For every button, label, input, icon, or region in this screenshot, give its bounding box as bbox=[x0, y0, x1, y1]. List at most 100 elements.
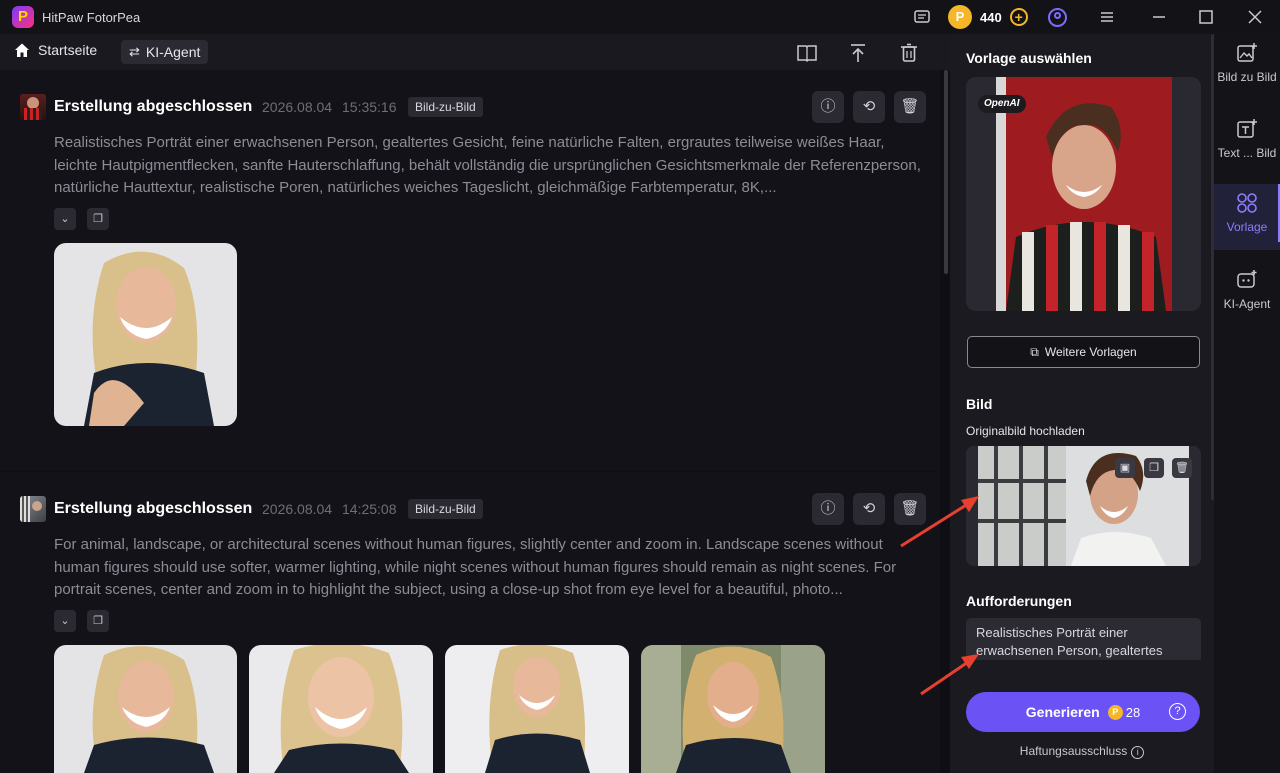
sidebar-item-template[interactable]: Vorlage bbox=[1214, 184, 1280, 250]
add-credits-icon[interactable]: + bbox=[1009, 8, 1028, 26]
uploaded-image[interactable]: ▣ ❐ 🗑 bbox=[966, 446, 1201, 566]
card-time: 14:25:08 bbox=[342, 501, 397, 517]
prompt-input[interactable]: Realistisches Porträt einer erwachsenen … bbox=[966, 618, 1201, 660]
feedback-icon[interactable] bbox=[913, 8, 931, 26]
info-icon: ⓘ bbox=[820, 98, 836, 115]
title-bar: P HitPaw FotorPea P 440 + bbox=[0, 0, 1280, 34]
uploaded-photo bbox=[966, 446, 1201, 566]
generate-button[interactable]: Generieren P 28 ? bbox=[966, 692, 1200, 732]
card-template-thumbnail bbox=[20, 94, 46, 120]
card-date: 2026.08.04 bbox=[262, 99, 333, 115]
more-templates-label: Weitere Vorlagen bbox=[1044, 345, 1137, 359]
copy-icon: ❐ bbox=[93, 213, 103, 225]
nav-home-label: Startseite bbox=[38, 42, 98, 58]
history-card: Erstellung abgeschlossen 2026.08.04 14:2… bbox=[0, 472, 940, 773]
replace-image-button[interactable]: ▣ bbox=[1115, 458, 1135, 478]
result-image[interactable] bbox=[54, 645, 237, 773]
copy-prompt-button[interactable]: ❐ bbox=[87, 208, 109, 230]
info-icon: ⓘ bbox=[820, 500, 836, 517]
expand-prompt-button[interactable]: ⌄ bbox=[54, 208, 76, 230]
sidebar-item-ai-agent[interactable]: KI-Agent bbox=[1214, 261, 1280, 327]
card-date: 2026.08.04 bbox=[262, 501, 333, 517]
coin-icon: P bbox=[948, 5, 972, 29]
sidebar-item-label: KI-Agent bbox=[1223, 297, 1271, 311]
book-icon[interactable] bbox=[796, 42, 818, 64]
disclaimer-label: Haftungsausschluss bbox=[1019, 744, 1128, 758]
maximize-icon[interactable] bbox=[1197, 8, 1215, 26]
settings-panel: Vorlage auswählen OpenAI ⧉ Weitere Vorla… bbox=[950, 34, 1214, 773]
copy-icon: ❐ bbox=[93, 615, 103, 627]
card-prompt: Realistisches Porträt einer erwachsenen … bbox=[54, 134, 921, 196]
tool-sidebar: Bild zu Bild Text ... Bild Vorlage KI-Ag… bbox=[1214, 34, 1280, 773]
coin-icon: P bbox=[1107, 704, 1123, 720]
result-image[interactable] bbox=[445, 645, 629, 773]
sidebar-item-label: Vorlage bbox=[1226, 220, 1268, 234]
close-icon[interactable] bbox=[1246, 8, 1264, 26]
sidebar-item-label: Bild zu Bild bbox=[1217, 70, 1277, 84]
portrait-image bbox=[54, 243, 237, 426]
info-icon: i bbox=[1131, 746, 1145, 759]
refresh-icon: ⟲ bbox=[862, 500, 876, 517]
expand-prompt-button[interactable]: ⌄ bbox=[54, 610, 76, 632]
image-plus-icon bbox=[1235, 42, 1259, 64]
info-button[interactable]: ⓘ bbox=[812, 91, 844, 123]
model-badge: OpenAI bbox=[978, 95, 1026, 113]
nav-agent-tab[interactable]: ⇄ KI-Agent bbox=[121, 40, 209, 64]
template-preview[interactable]: OpenAI bbox=[966, 77, 1201, 311]
swap-icon: ⇄ bbox=[129, 44, 140, 59]
chevron-down-icon: ⌄ bbox=[60, 615, 70, 627]
sidebar-item-label: Text ... Bild bbox=[1217, 146, 1277, 160]
duplicate-image-button[interactable]: ❐ bbox=[1144, 458, 1164, 478]
nav-home[interactable]: Startseite bbox=[14, 42, 97, 58]
portrait-image bbox=[249, 645, 433, 773]
history-card: Erstellung abgeschlossen 2026.08.04 15:3… bbox=[0, 70, 940, 471]
app-title: HitPaw FotorPea bbox=[42, 10, 141, 25]
card-time: 15:35:16 bbox=[342, 99, 397, 115]
chevron-down-icon: ⌄ bbox=[60, 213, 70, 225]
info-button[interactable]: ⓘ bbox=[812, 493, 844, 525]
portrait-image bbox=[641, 645, 825, 773]
card-prompt: For animal, landscape, or architectural … bbox=[54, 536, 897, 598]
more-templates-button[interactable]: ⧉ Weitere Vorlagen bbox=[967, 336, 1200, 368]
app-logo: P bbox=[12, 6, 34, 28]
copy-prompt-button[interactable]: ❐ bbox=[87, 610, 109, 632]
trash-icon: 🗑 bbox=[1175, 462, 1189, 474]
portrait-image bbox=[445, 645, 629, 773]
menu-icon[interactable] bbox=[1098, 8, 1116, 26]
card-template-thumbnail bbox=[20, 496, 46, 522]
result-image[interactable] bbox=[54, 243, 237, 426]
regenerate-button[interactable]: ⟲ bbox=[853, 493, 885, 525]
refresh-icon: ⟲ bbox=[862, 98, 876, 115]
upload-icon[interactable] bbox=[847, 42, 869, 64]
credits-display[interactable]: P 440 + bbox=[948, 5, 1028, 29]
sidebar-item-image-to-image[interactable]: Bild zu Bild bbox=[1214, 34, 1280, 100]
user-account-icon[interactable] bbox=[1048, 8, 1067, 27]
history-feed: Erstellung abgeschlossen 2026.08.04 15:3… bbox=[0, 70, 950, 773]
help-icon[interactable]: ? bbox=[1169, 703, 1186, 720]
disclaimer-link[interactable]: Haftungsausschluss i bbox=[950, 744, 1214, 759]
image-icon: ▣ bbox=[1119, 462, 1131, 474]
result-image[interactable] bbox=[641, 645, 825, 773]
home-icon bbox=[14, 42, 30, 58]
feed-scrollbar[interactable] bbox=[944, 70, 948, 274]
card-mode-tag: Bild-zu-Bild bbox=[408, 499, 483, 519]
minimize-icon[interactable] bbox=[1150, 8, 1168, 26]
nav-bar: Startseite ⇄ KI-Agent bbox=[0, 34, 950, 70]
image-section-title: Bild bbox=[966, 396, 993, 412]
delete-card-button[interactable]: 🗑 bbox=[894, 91, 926, 123]
template-section-title: Vorlage auswählen bbox=[966, 50, 1092, 66]
card-mode-tag: Bild-zu-Bild bbox=[408, 97, 483, 117]
annotation-arrow bbox=[900, 496, 979, 548]
copy-icon: ❐ bbox=[1149, 462, 1159, 474]
sidebar-item-text-to-image[interactable]: Text ... Bild bbox=[1214, 110, 1280, 176]
upload-label: Originalbild hochladen bbox=[966, 424, 1085, 438]
generate-label: Generieren bbox=[1025, 704, 1100, 720]
trash-icon[interactable] bbox=[898, 42, 920, 64]
generate-cost: 28 bbox=[1125, 704, 1141, 720]
result-image[interactable] bbox=[249, 645, 433, 773]
grid-icon bbox=[1235, 192, 1259, 214]
regenerate-button[interactable]: ⟲ bbox=[853, 91, 885, 123]
remove-image-button[interactable]: 🗑 bbox=[1172, 458, 1192, 478]
card-status: Erstellung abgeschlossen bbox=[54, 98, 253, 115]
nav-agent-label: KI-Agent bbox=[145, 44, 201, 60]
